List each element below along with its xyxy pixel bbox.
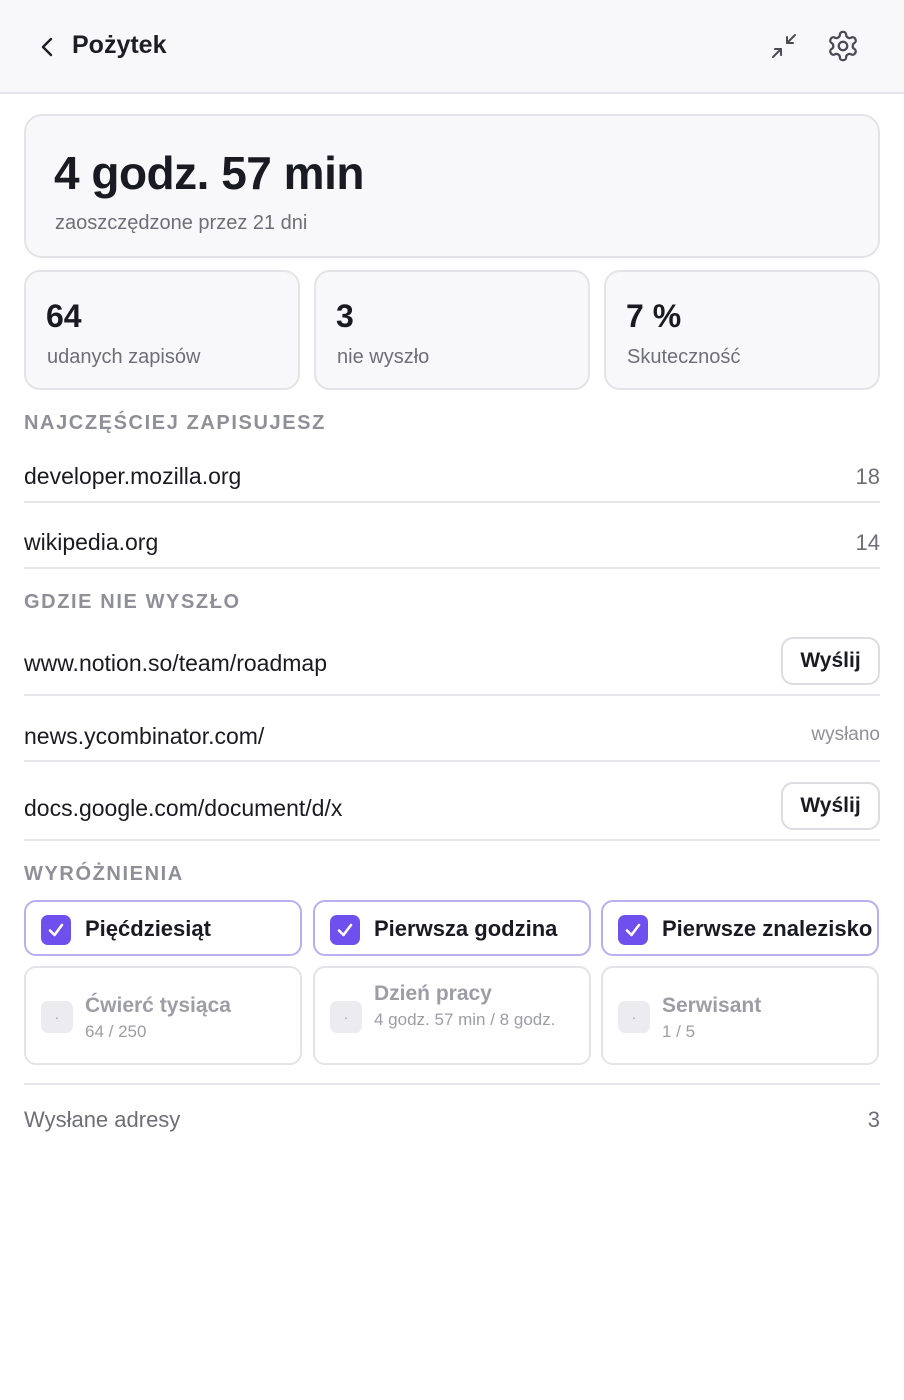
achievement-name: Ćwierć tysiąca — [85, 994, 231, 1017]
stat-label: nie wyszło — [337, 346, 430, 368]
stat-card-successful: 64 udanych zapisów — [24, 270, 300, 390]
time-saved-subtitle: zaoszczędzone przez 21 dni — [55, 212, 308, 234]
failed-url: www.notion.so/team/roadmap — [24, 650, 327, 676]
gear-icon — [829, 30, 857, 62]
checkbox-checked-icon — [330, 915, 360, 945]
time-saved-value: 4 godz. 57 min — [54, 147, 364, 199]
locked-icon: · — [330, 1001, 362, 1033]
achievement-name: Pięćdziesiąt — [85, 916, 211, 941]
collapse-arrows-icon — [772, 34, 796, 58]
achievement-earned: Pięćdziesiąt — [24, 900, 302, 956]
stat-label: udanych zapisów — [47, 346, 201, 368]
page-title: Pożytek — [72, 31, 167, 59]
sent-status: wysłano — [811, 724, 880, 745]
sent-addresses-count: 3 — [867, 1107, 880, 1132]
failed-url: news.ycombinator.com/ — [24, 723, 265, 749]
stat-label: Skuteczność — [627, 346, 741, 368]
collapse-button[interactable] — [764, 26, 804, 66]
list-item: www.notion.so/team/roadmap Wyślij — [24, 624, 880, 696]
locked-icon: · — [618, 1001, 650, 1033]
list-item: wikipedia.org 14 — [24, 503, 880, 569]
stat-value: 7 % — [626, 298, 682, 334]
settings-button[interactable] — [823, 26, 863, 66]
stat-value: 64 — [46, 298, 82, 334]
section-title-top-sites: NAJCZĘŚCIEJ ZAPISUJESZ — [24, 412, 326, 434]
site-count: 18 — [855, 464, 880, 489]
list-item: news.ycombinator.com/ wysłano — [24, 696, 880, 762]
achievement-progress: 1 / 5 — [662, 1022, 696, 1041]
achievement-locked: · Serwisant 1 / 5 — [601, 966, 879, 1065]
site-domain: wikipedia.org — [24, 529, 159, 555]
send-button[interactable]: Wyślij — [781, 782, 880, 830]
site-domain: developer.mozilla.org — [24, 463, 242, 489]
achievement-progress: 64 / 250 — [85, 1022, 147, 1041]
site-count: 14 — [855, 530, 880, 555]
section-title-failures: GDZIE NIE WYSZŁO — [24, 591, 241, 613]
back-button[interactable] — [30, 28, 64, 66]
list-item: docs.google.com/document/d/x Wyślij — [24, 762, 880, 841]
time-saved-card: 4 godz. 57 min zaoszczędzone przez 21 dn… — [24, 114, 880, 258]
app-header: Pożytek — [0, 0, 904, 94]
sent-addresses-row: Wysłane adresy 3 — [24, 1083, 880, 1153]
locked-icon: · — [41, 1001, 73, 1033]
stat-value: 3 — [336, 298, 354, 334]
sent-addresses-label: Wysłane adresy — [24, 1107, 181, 1132]
achievement-name: Dzień pracy — [374, 982, 492, 1005]
achievement-name: Pierwsze znalezisko — [662, 916, 873, 941]
list-item: developer.mozilla.org 18 — [24, 445, 880, 503]
send-button[interactable]: Wyślij — [781, 637, 880, 685]
achievement-earned: Pierwsze znalezisko — [601, 900, 879, 956]
achievement-locked: · Dzień pracy 4 godz. 57 min / 8 godz. — [313, 966, 591, 1065]
checkbox-checked-icon — [41, 915, 71, 945]
stat-card-failed: 3 nie wyszło — [314, 270, 590, 390]
chevron-left-icon — [41, 37, 53, 57]
stat-card-effectiveness: 7 % Skuteczność — [604, 270, 880, 390]
checkbox-checked-icon — [618, 915, 648, 945]
section-title-achievements: WYRÓŻNIENIA — [24, 863, 184, 885]
achievement-name: Pierwsza godzina — [374, 916, 558, 941]
achievement-name: Serwisant — [662, 994, 762, 1017]
failed-url: docs.google.com/document/d/x — [24, 795, 343, 821]
achievement-earned: Pierwsza godzina — [313, 900, 591, 956]
achievement-locked: · Ćwierć tysiąca 64 / 250 — [24, 966, 302, 1065]
achievement-progress: 4 godz. 57 min / 8 godz. — [374, 1010, 556, 1029]
